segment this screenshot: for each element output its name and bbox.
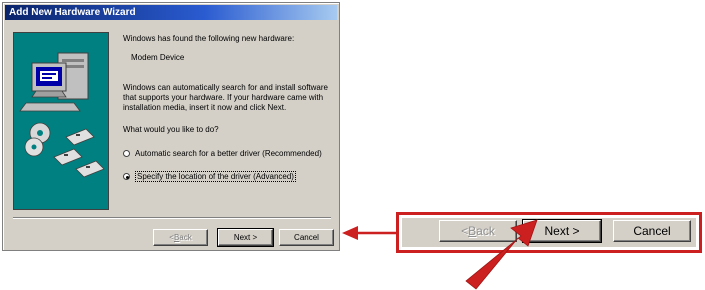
- annotation-overlay: [342, 219, 538, 290]
- pointer-arrow-left-icon: [342, 226, 396, 240]
- pointer-arrow-diagonal-icon: [465, 219, 538, 290]
